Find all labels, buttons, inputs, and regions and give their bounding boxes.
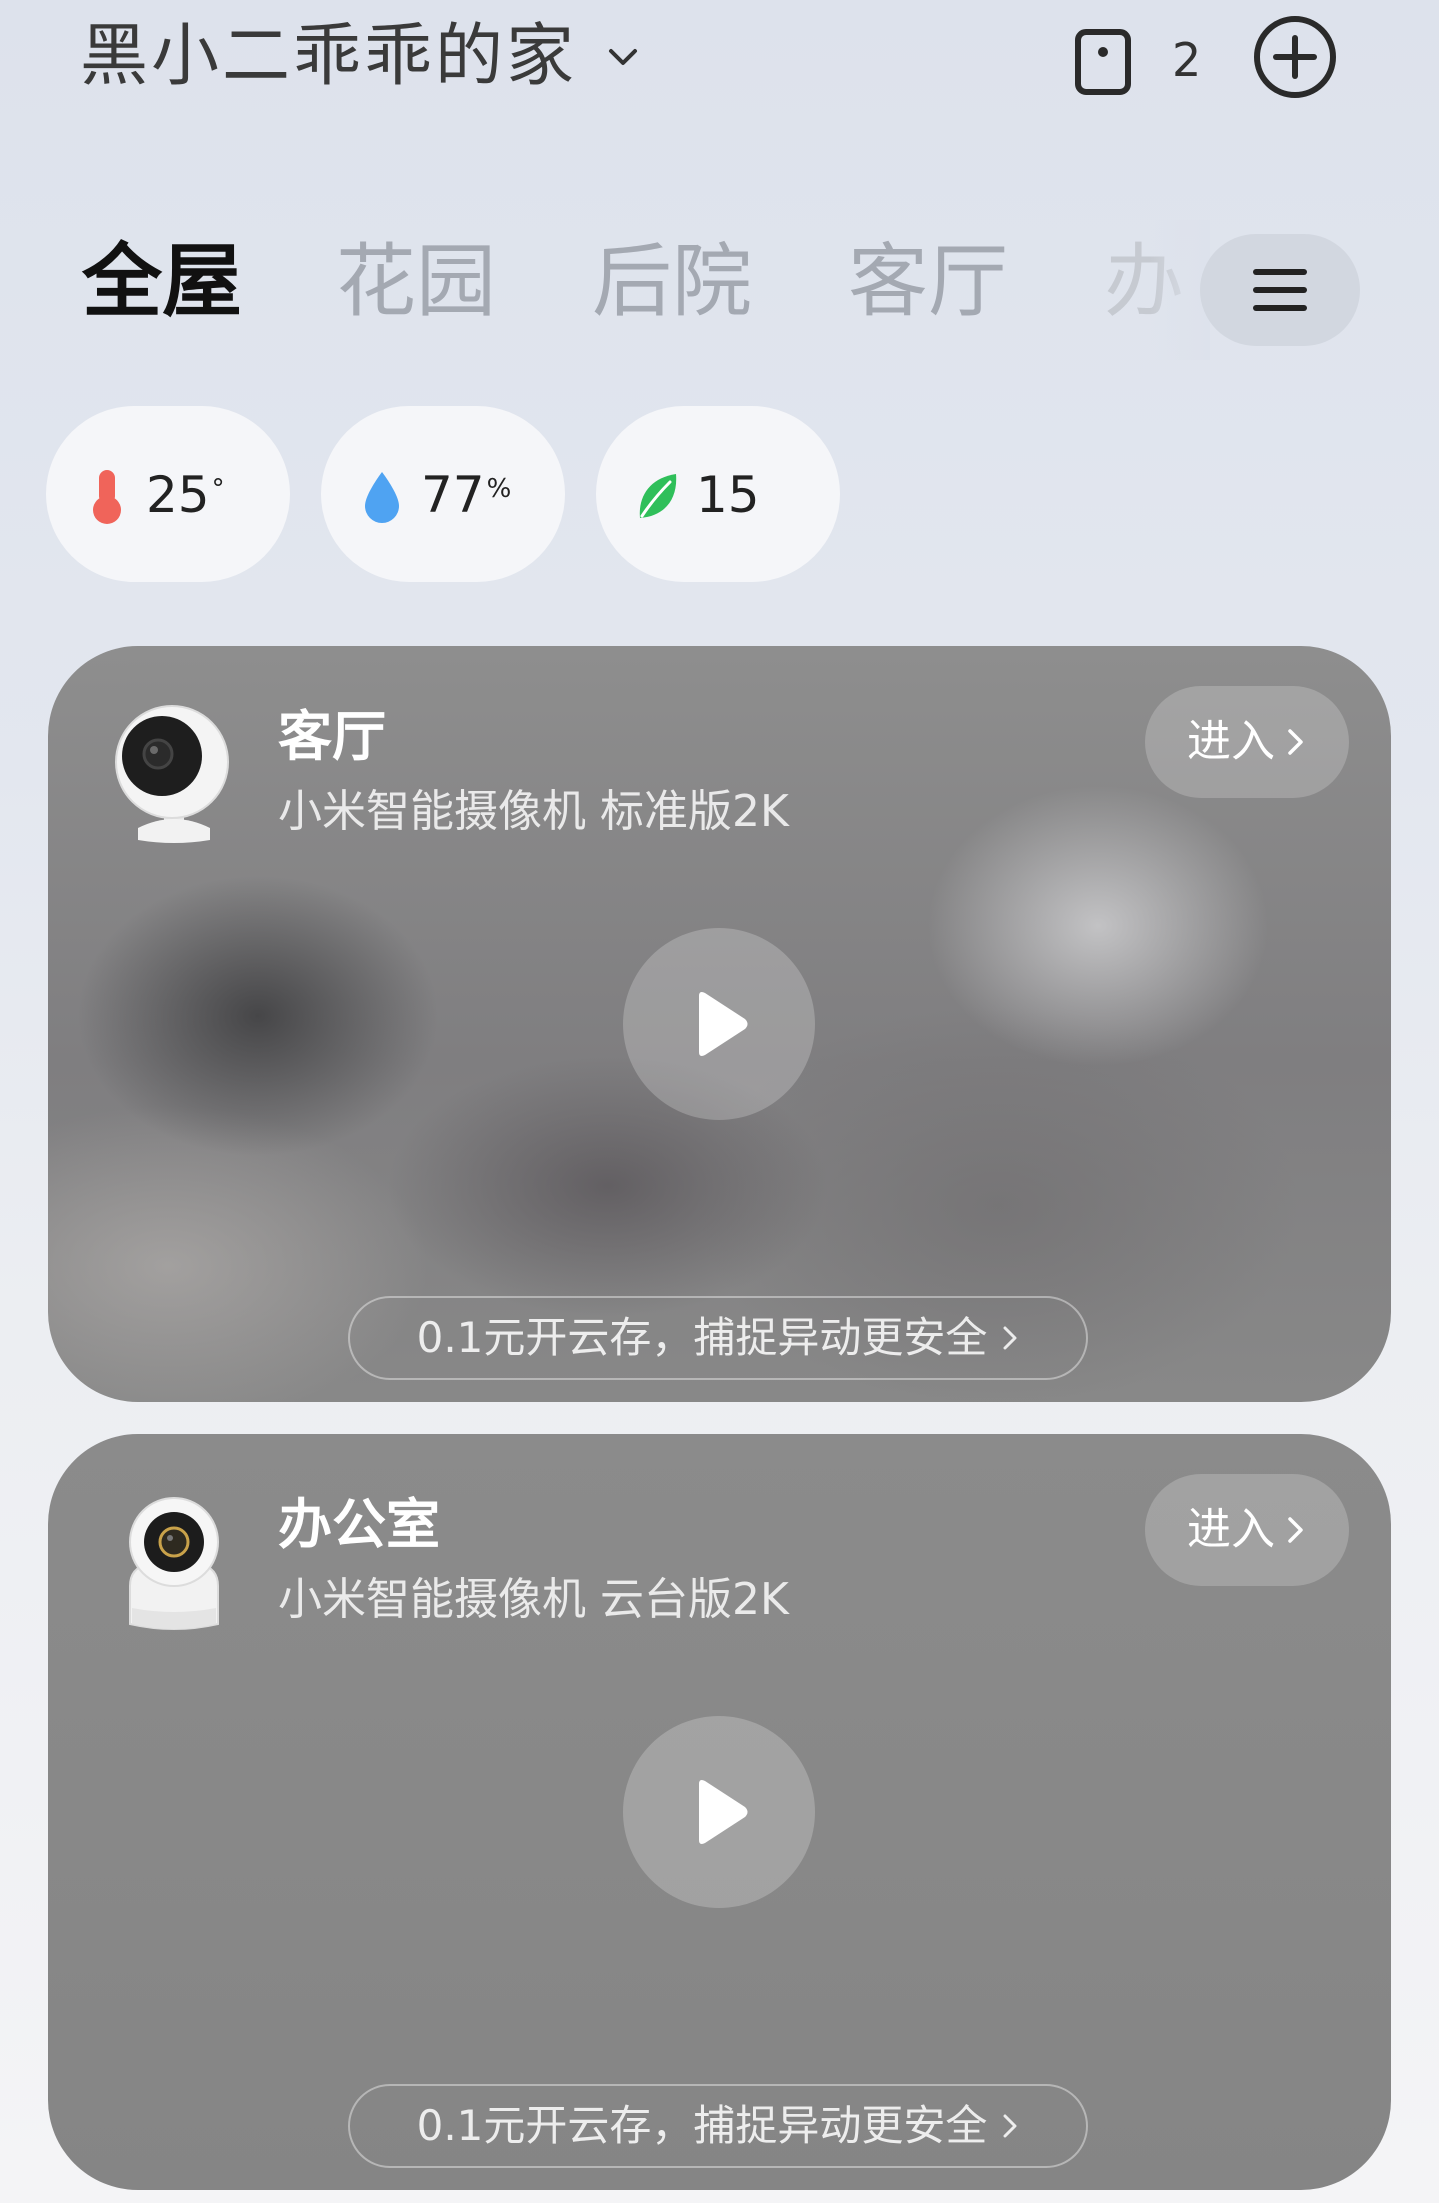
device-count: 2 bbox=[1172, 33, 1202, 87]
camera-card-living-room[interactable]: 客厅 小米智能摄像机 标准版2K 进入 0.1元开云存，捕捉异动更安全 bbox=[48, 646, 1391, 1402]
play-icon bbox=[699, 1780, 748, 1844]
plus-circle-icon[interactable] bbox=[1252, 14, 1338, 100]
room-tabs: 全屋 花园 后院 客厅 办 bbox=[0, 220, 1439, 360]
camera-room-name: 办公室 bbox=[278, 1493, 440, 1556]
thermometer-icon bbox=[93, 470, 121, 524]
chevron-right-icon bbox=[1288, 1517, 1303, 1543]
chevron-right-icon bbox=[1003, 2114, 1017, 2138]
tab-living-room[interactable]: 客厅 bbox=[848, 242, 1008, 322]
air-quality-value: 15 bbox=[696, 466, 760, 524]
water-drop-icon bbox=[365, 472, 399, 523]
play-icon bbox=[699, 992, 748, 1056]
humidity-chip[interactable]: 77% bbox=[321, 406, 565, 582]
cloud-storage-promo[interactable]: 0.1元开云存，捕捉异动更安全 bbox=[348, 2084, 1088, 2168]
camera-standard-icon bbox=[115, 705, 229, 843]
cloud-promo-text: 0.1元开云存，捕捉异动更安全 bbox=[416, 2101, 988, 2150]
temperature-chip[interactable]: 25° bbox=[46, 406, 290, 582]
cloud-promo-text: 0.1元开云存，捕捉异动更安全 bbox=[416, 1313, 988, 1362]
camera-model-name: 小米智能摄像机 云台版2K bbox=[278, 1574, 789, 1625]
cloud-storage-promo[interactable]: 0.1元开云存，捕捉异动更安全 bbox=[348, 1296, 1088, 1380]
chevron-down-icon bbox=[609, 49, 638, 65]
tab-backyard[interactable]: 后院 bbox=[592, 242, 752, 322]
camera-card-office[interactable]: 办公室 小米智能摄像机 云台版2K 进入 0.1元开云存，捕捉异动更安全 bbox=[48, 1434, 1391, 2190]
home-switcher[interactable]: 黑小二乖乖的家 bbox=[80, 14, 643, 100]
humidity-value: 77% bbox=[421, 466, 512, 524]
enter-label: 进入 bbox=[1187, 716, 1275, 767]
enter-label: 进入 bbox=[1187, 1504, 1275, 1555]
menu-icon bbox=[1253, 269, 1307, 311]
tab-garden[interactable]: 花园 bbox=[336, 242, 496, 322]
rooms-menu-button[interactable] bbox=[1200, 234, 1360, 346]
camera-ptz-icon bbox=[129, 1497, 219, 1630]
home-name: 黑小二乖乖的家 bbox=[80, 17, 578, 96]
air-quality-chip[interactable]: 15 bbox=[596, 406, 840, 582]
chevron-right-icon bbox=[1288, 729, 1303, 755]
chevron-right-icon bbox=[1003, 1326, 1017, 1350]
temperature-value: 25° bbox=[146, 466, 225, 524]
tab-all-rooms[interactable]: 全屋 bbox=[82, 242, 242, 322]
play-button[interactable] bbox=[623, 1716, 815, 1908]
camera-room-name: 客厅 bbox=[278, 705, 386, 768]
play-button[interactable] bbox=[623, 928, 815, 1120]
leaf-icon bbox=[639, 474, 677, 518]
enter-button[interactable]: 进入 bbox=[1145, 1474, 1349, 1586]
tablet-device-icon[interactable] bbox=[1074, 28, 1132, 96]
enter-button[interactable]: 进入 bbox=[1145, 686, 1349, 798]
camera-model-name: 小米智能摄像机 标准版2K bbox=[278, 786, 789, 837]
